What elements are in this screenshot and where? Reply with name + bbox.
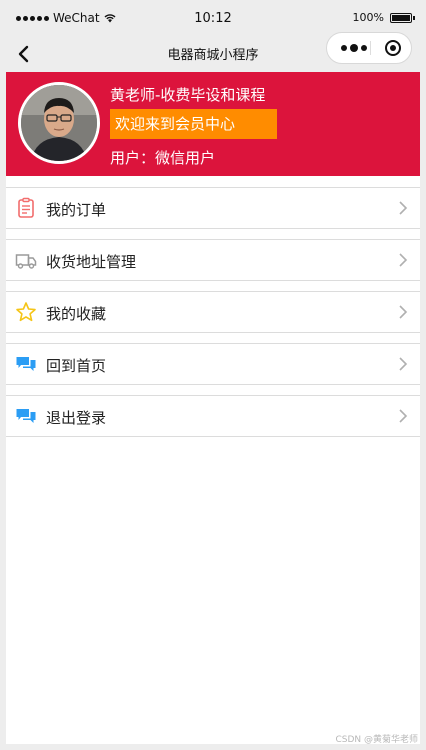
truck-icon: [15, 254, 37, 269]
watermark: CSDN @黄菊华老师: [335, 735, 418, 745]
menu-item-home[interactable]: 回到首页: [6, 343, 420, 385]
chevron-right-icon: [399, 201, 408, 215]
profile-header: 黄老师-收费毕设和课程 欢迎来到会员中心 用户：微信用户: [6, 72, 420, 176]
chevron-right-icon: [399, 305, 408, 319]
battery-group: 100%: [352, 11, 415, 24]
more-icon: [341, 45, 347, 51]
member-menu: 我的订单 收货地址管理 我的收藏 回到首页 退出登录: [6, 187, 420, 447]
miniprogram-capsule: [326, 32, 412, 64]
menu-item-label: 我的订单: [46, 201, 107, 219]
menu-item-logout[interactable]: 退出登录: [6, 395, 420, 437]
chevron-right-icon: [399, 409, 408, 423]
avatar[interactable]: [18, 82, 100, 164]
nav-bar: 电器商城小程序: [0, 32, 426, 72]
target-icon: [385, 40, 401, 56]
chat-icon: [16, 357, 36, 371]
star-icon: [16, 302, 36, 322]
menu-item-label: 回到首页: [46, 357, 107, 375]
menu-item-label: 退出登录: [46, 409, 107, 427]
battery-icon: [390, 12, 415, 23]
order-icon: [18, 197, 34, 218]
chevron-right-icon: [399, 357, 408, 371]
chat-icon: [16, 409, 36, 423]
close-miniprogram-button[interactable]: [379, 33, 407, 63]
chevron-right-icon: [399, 253, 408, 267]
capsule-divider: [370, 41, 371, 55]
menu-item-favorites[interactable]: 我的收藏: [6, 291, 420, 333]
menu-item-label: 收货地址管理: [46, 253, 137, 271]
battery-percent: 100%: [352, 11, 384, 24]
more-button[interactable]: [337, 33, 371, 63]
welcome-banner: 欢迎来到会员中心: [110, 109, 277, 139]
menu-item-label: 我的收藏: [46, 305, 107, 323]
menu-item-address[interactable]: 收货地址管理: [6, 239, 420, 281]
profile-name: 黄老师-收费毕设和课程: [110, 86, 266, 104]
user-photo-icon: [21, 85, 97, 161]
menu-item-orders[interactable]: 我的订单: [6, 187, 420, 229]
status-bar: WeChat 10:12 100%: [0, 0, 426, 36]
profile-username: 用户：微信用户: [110, 149, 216, 167]
